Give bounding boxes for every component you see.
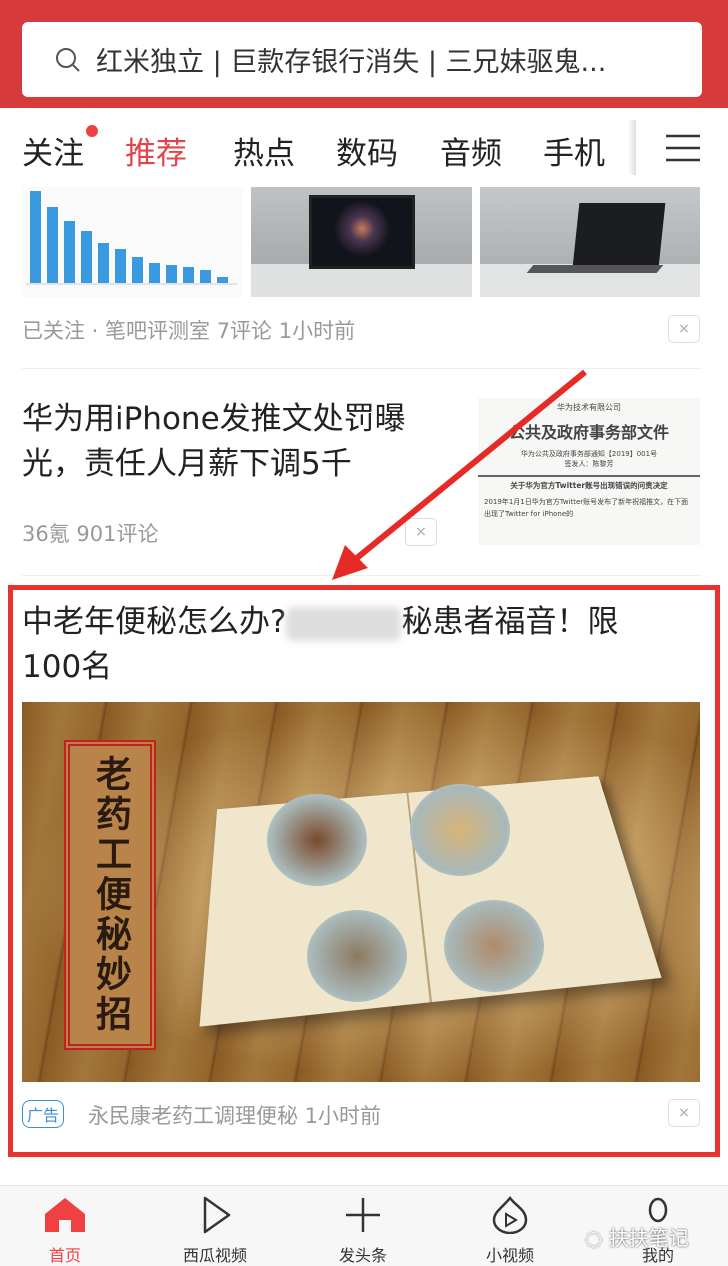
ad-badge: 广告 — [22, 1100, 65, 1128]
flame-play-icon — [492, 1195, 528, 1235]
nav-xigua-video[interactable]: 西瓜视频 — [160, 1196, 270, 1266]
title-line: 100名 — [22, 649, 113, 685]
doc-line: 签发人：陈黎芳 — [564, 460, 614, 468]
tab-digital[interactable]: 数码 — [336, 128, 398, 173]
thumb-tablet[interactable] — [251, 187, 472, 297]
nav-label: 西瓜视频 — [182, 1246, 247, 1265]
blurred-text — [286, 606, 402, 641]
plus-icon — [346, 1198, 380, 1232]
doc-line: 华为公共及政府事务部通知【2019】001号 — [520, 450, 658, 458]
tab-phone[interactable]: 手机 — [543, 128, 605, 173]
document-thumbnail[interactable]: 华为技术有限公司 公共及政府事务部文件 华为公共及政府事务部通知【2019】00… — [478, 398, 700, 545]
item-meta: 永民康老药工调理便秘 1小时前 — [88, 1104, 382, 1128]
tab-hot[interactable]: 热点 — [233, 128, 295, 173]
nav-short-video[interactable]: 小视频 — [455, 1195, 565, 1266]
herb-dish — [444, 900, 544, 992]
bar-chart-image — [26, 191, 237, 285]
doc-subject: 关于华为官方Twitter账号出现错误的问责决定 — [478, 475, 700, 491]
herb-dish — [307, 910, 407, 1002]
title-part: 秘患者福音！限 — [401, 604, 619, 640]
nav-label: 小视频 — [485, 1246, 534, 1265]
search-input[interactable]: 红米独立 | 巨款存银行消失 | 三兄妹驱鬼... — [22, 22, 702, 97]
doc-heading: 公共及政府事务部文件 — [508, 423, 669, 442]
tab-audio[interactable]: 音频 — [440, 128, 502, 173]
tablet-image — [309, 195, 415, 269]
dismiss-button[interactable]: × — [668, 1099, 700, 1127]
doc-body: 2019年1月1日华为官方Twitter账号发布了新年祝福推文，在下面出现了Tw… — [484, 498, 689, 518]
item-meta: 已关注 · 笔吧评测室 7评论 1小时前 — [22, 319, 356, 343]
notification-dot — [86, 125, 98, 137]
doc-org: 华为技术有限公司 — [557, 403, 621, 412]
laptop-keyboard — [526, 265, 664, 273]
laptop-image — [572, 203, 666, 267]
herb-dish — [410, 784, 510, 876]
divider — [22, 368, 702, 369]
tab-fade — [628, 120, 636, 175]
home-icon — [45, 1198, 85, 1232]
title-line: 华为用iPhone发推文处罚曝 — [22, 401, 406, 437]
play-icon — [203, 1196, 231, 1234]
tab-follow[interactable]: 关注 — [22, 128, 84, 173]
ad-image[interactable]: 老药工便秘妙招 — [22, 702, 700, 1082]
watermark-text: 扶扶笔记 — [608, 1226, 689, 1250]
channel-tabs: 关注 推荐 热点 数码 音频 手机 — [0, 108, 728, 187]
scroll-banner: 老药工便秘妙招 — [64, 740, 156, 1050]
title-line: 中老年便秘怎么办? 秘患者福音！限 — [22, 600, 702, 645]
banner-text: 老药工便秘妙招 — [90, 755, 131, 1035]
nav-label: 发头条 — [338, 1246, 387, 1265]
thumb-bar-chart[interactable] — [22, 187, 243, 297]
search-icon — [56, 47, 80, 72]
dismiss-button[interactable]: × — [668, 315, 700, 343]
tab-recommend[interactable]: 推荐 — [125, 128, 187, 173]
article-title[interactable]: 华为用iPhone发推文处罚曝 光，责任人月薪下调5千 — [22, 397, 462, 487]
nav-post[interactable]: 发头条 — [308, 1196, 418, 1266]
title-line: 光，责任人月薪下调5千 — [22, 446, 352, 482]
item-meta: 36氪 901评论 — [22, 522, 159, 546]
divider — [22, 575, 702, 576]
herb-dish — [267, 794, 367, 886]
ad-title[interactable]: 中老年便秘怎么办? 秘患者福音！限 100名 — [22, 600, 702, 690]
title-part: 中老年便秘怎么办? — [22, 604, 287, 640]
thumb-laptop[interactable] — [480, 187, 700, 297]
watermark: ◌ 扶扶笔记 — [585, 1226, 689, 1250]
search-placeholder: 红米独立 | 巨款存银行消失 | 三兄妹驱鬼... — [96, 47, 607, 78]
nav-home[interactable]: 首页 — [10, 1196, 120, 1266]
hamburger-icon[interactable] — [666, 133, 700, 163]
nav-label: 首页 — [48, 1246, 81, 1265]
dismiss-button[interactable]: × — [405, 518, 437, 546]
